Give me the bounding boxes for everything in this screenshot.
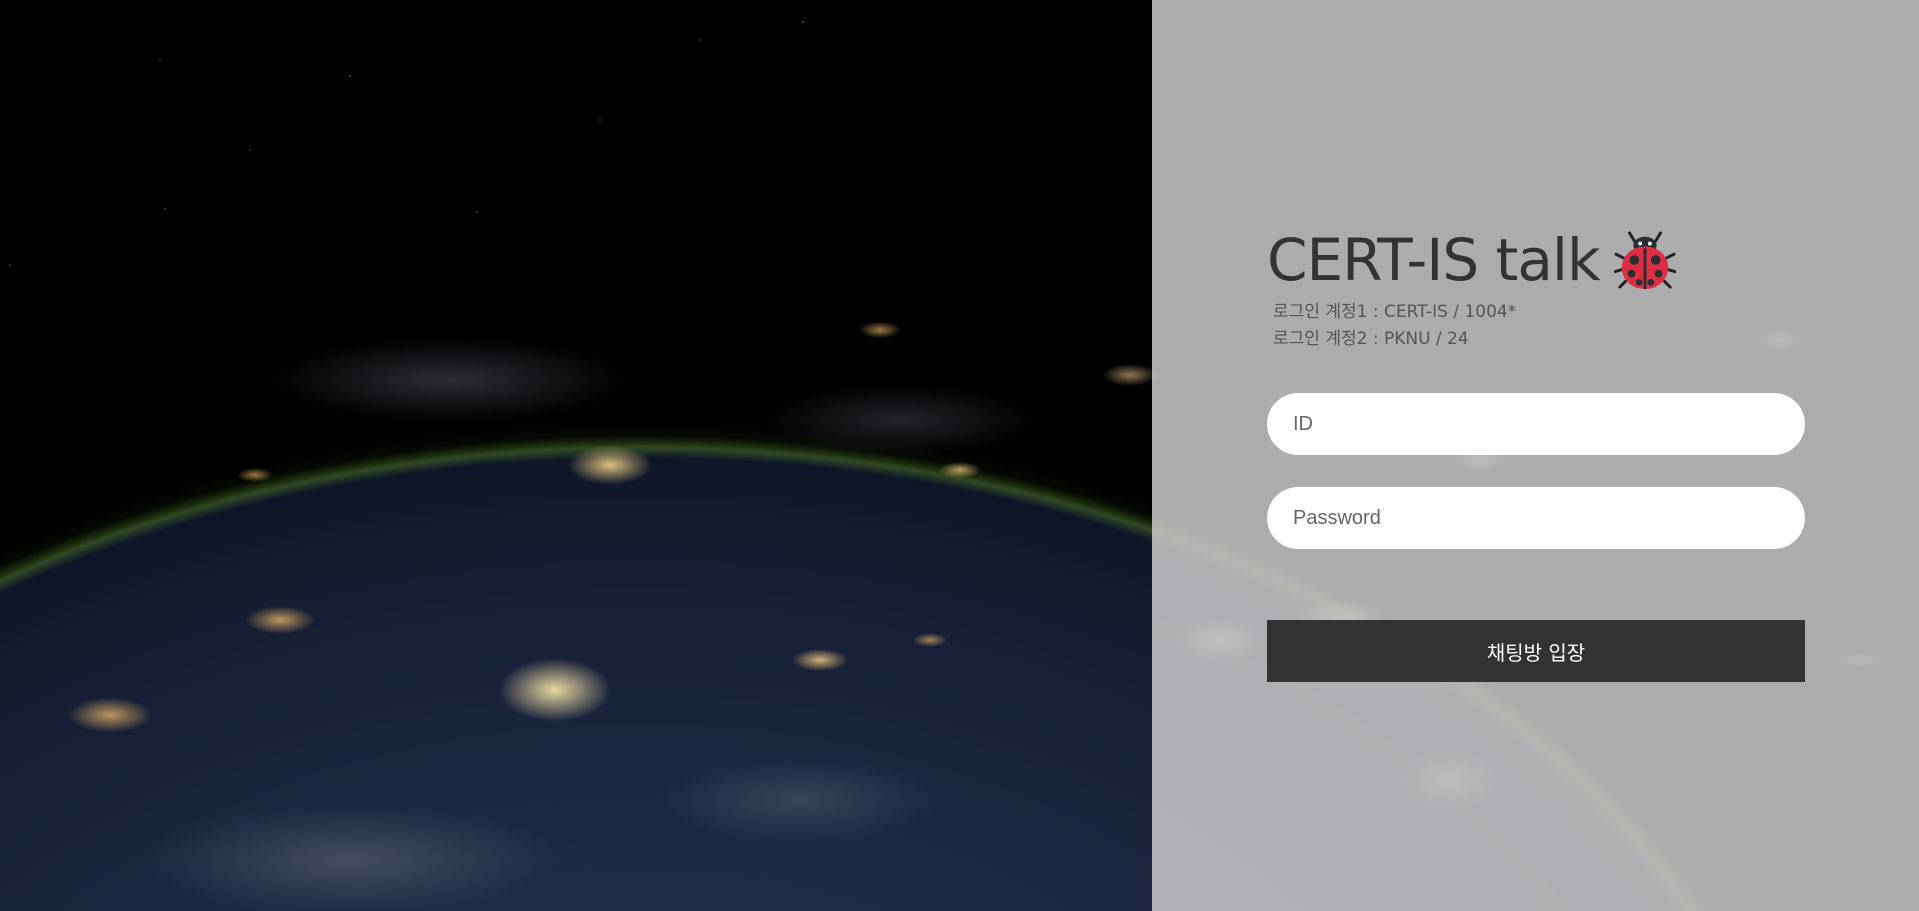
id-input[interactable] bbox=[1267, 393, 1805, 455]
login-account-hints: 로그인 계정1 : CERT-IS / 1004* 로그인 계정2 : PKNU… bbox=[1267, 299, 1807, 353]
login-form: CERT-IS talk 로그인 계정1: CERT-IS / 1004* 로… bbox=[1267, 225, 1807, 682]
ladybug-icon bbox=[1613, 231, 1676, 290]
account-hint-2: 로그인 계정2 : PKNU / 24 bbox=[1273, 329, 1469, 349]
login-page: CERT-IS talk 로그인 계정1: CERT-IS / 1004* 로… bbox=[0, 0, 1919, 911]
enter-chatroom-button[interactable]: 채팅방 입장 bbox=[1267, 620, 1805, 682]
app-title-text: CERT-IS talk bbox=[1267, 226, 1601, 294]
password-input[interactable] bbox=[1267, 487, 1805, 549]
app-title: CERT-IS talk bbox=[1267, 225, 1807, 295]
account-hint-1: 로그인 계정1 : CERT-IS / 1004* bbox=[1273, 302, 1517, 322]
login-panel: CERT-IS talk 로그인 계정1: CERT-IS / 1004* 로… bbox=[1152, 0, 1919, 911]
